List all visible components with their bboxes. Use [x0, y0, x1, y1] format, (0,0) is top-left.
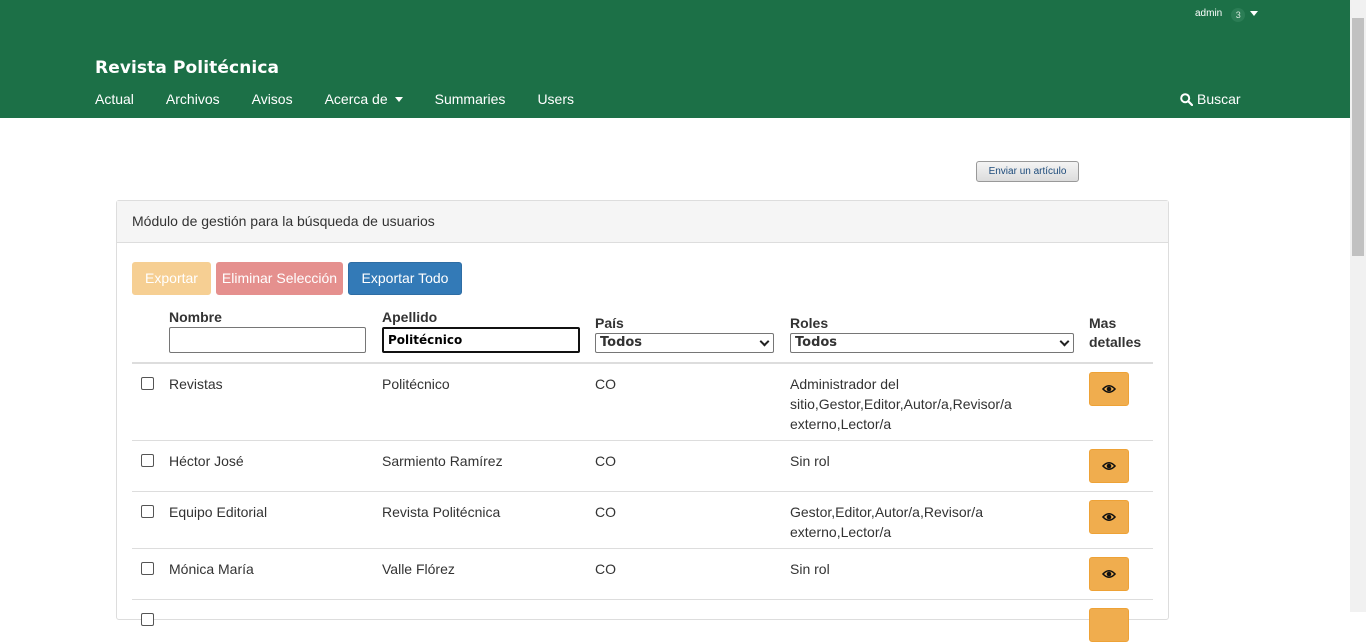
- caret-down-icon: [394, 96, 403, 102]
- cell-roles: Gestor,Editor,Autor/a,Revisor/a externo,…: [790, 504, 983, 540]
- scrollbar-thumb[interactable]: [1352, 18, 1364, 256]
- user-menu[interactable]: admin 3: [1195, 4, 1259, 22]
- eye-icon: [1102, 512, 1116, 522]
- row-checkbox[interactable]: [141, 562, 154, 575]
- cell-pais: CO: [595, 504, 616, 520]
- cell-apellido: Sarmiento Ramírez: [382, 453, 503, 469]
- search-link[interactable]: Buscar: [1180, 91, 1241, 107]
- nav-item-actual[interactable]: Actual: [95, 91, 134, 107]
- panel-title: Módulo de gestión para la búsqueda de us…: [117, 201, 1168, 243]
- row-checkbox[interactable]: [141, 377, 154, 390]
- column-header-pais: País: [595, 315, 624, 331]
- table-row: Revistas Politécnico CO Administrador de…: [132, 364, 1153, 441]
- view-details-button[interactable]: [1089, 449, 1129, 483]
- cell-pais: CO: [595, 561, 616, 577]
- nav-item-acerca-de[interactable]: Acerca de: [325, 91, 403, 107]
- cell-nombre: Héctor José: [169, 453, 244, 469]
- view-details-button[interactable]: [1089, 500, 1129, 534]
- view-details-button[interactable]: [1089, 557, 1129, 591]
- row-checkbox[interactable]: [141, 613, 154, 626]
- column-header-roles: Roles: [790, 315, 829, 331]
- main-nav: Actual Archivos Avisos Acerca de Summari…: [95, 91, 606, 107]
- view-details-button[interactable]: [1089, 372, 1129, 406]
- cell-pais: CO: [595, 453, 616, 469]
- cell-roles: Sin rol: [790, 453, 830, 469]
- eye-icon: [1102, 384, 1116, 394]
- nav-item-archivos[interactable]: Archivos: [166, 91, 220, 107]
- site-header: admin 3 Revista Politécnica Actual Archi…: [0, 0, 1350, 118]
- cell-apellido: Revista Politécnica: [382, 504, 501, 520]
- nav-item-summaries[interactable]: Summaries: [435, 91, 506, 107]
- row-checkbox[interactable]: [141, 505, 154, 518]
- site-title[interactable]: Revista Politécnica: [95, 58, 279, 78]
- table-row: [132, 600, 1153, 642]
- eye-icon: [1102, 569, 1116, 579]
- delete-selection-button[interactable]: Eliminar Selección: [216, 262, 343, 295]
- caret-down-icon[interactable]: [1250, 10, 1259, 16]
- export-all-button[interactable]: Exportar Todo: [348, 262, 462, 295]
- username[interactable]: admin: [1195, 8, 1222, 19]
- apellido-filter-input[interactable]: [382, 327, 580, 353]
- chevron-down-icon: [1059, 336, 1070, 347]
- user-search-panel: Módulo de gestión para la búsqueda de us…: [116, 200, 1169, 642]
- export-button[interactable]: Exportar: [132, 262, 211, 295]
- pais-filter-select[interactable]: Todos: [595, 333, 774, 353]
- view-details-button[interactable]: [1089, 608, 1129, 642]
- column-header-nombre: Nombre: [169, 309, 222, 325]
- cell-pais: CO: [595, 376, 616, 392]
- vertical-scrollbar[interactable]: [1350, 0, 1366, 612]
- column-header-apellido: Apellido: [382, 309, 438, 325]
- table-row: Equipo Editorial Revista Politécnica CO …: [132, 492, 1153, 549]
- search-icon: [1180, 92, 1193, 106]
- nav-item-users[interactable]: Users: [537, 91, 574, 107]
- eye-icon: [1102, 461, 1116, 471]
- cell-apellido: Politécnico: [382, 376, 450, 392]
- cell-roles: Administrador del sitio,Gestor,Editor,Au…: [790, 376, 1012, 432]
- cell-nombre: Mónica María: [169, 561, 254, 577]
- cell-apellido: Valle Flórez: [382, 561, 455, 577]
- chevron-down-icon: [759, 336, 770, 347]
- column-header-details: Mas detalles: [1089, 315, 1142, 350]
- cell-roles: Sin rol: [790, 561, 830, 577]
- cell-nombre: Equipo Editorial: [169, 504, 268, 520]
- cell-nombre: Revistas: [169, 376, 223, 392]
- notification-badge[interactable]: 3: [1231, 8, 1246, 22]
- roles-filter-select[interactable]: Todos: [790, 333, 1074, 353]
- table-row: Héctor José Sarmiento Ramírez CO Sin rol: [132, 441, 1153, 492]
- submit-article-button[interactable]: Enviar un artículo: [976, 161, 1079, 182]
- nombre-filter-input[interactable]: [169, 327, 366, 353]
- row-checkbox[interactable]: [141, 454, 154, 467]
- table-row: Mónica María Valle Flórez CO Sin rol: [132, 549, 1153, 600]
- nav-item-avisos[interactable]: Avisos: [252, 91, 293, 107]
